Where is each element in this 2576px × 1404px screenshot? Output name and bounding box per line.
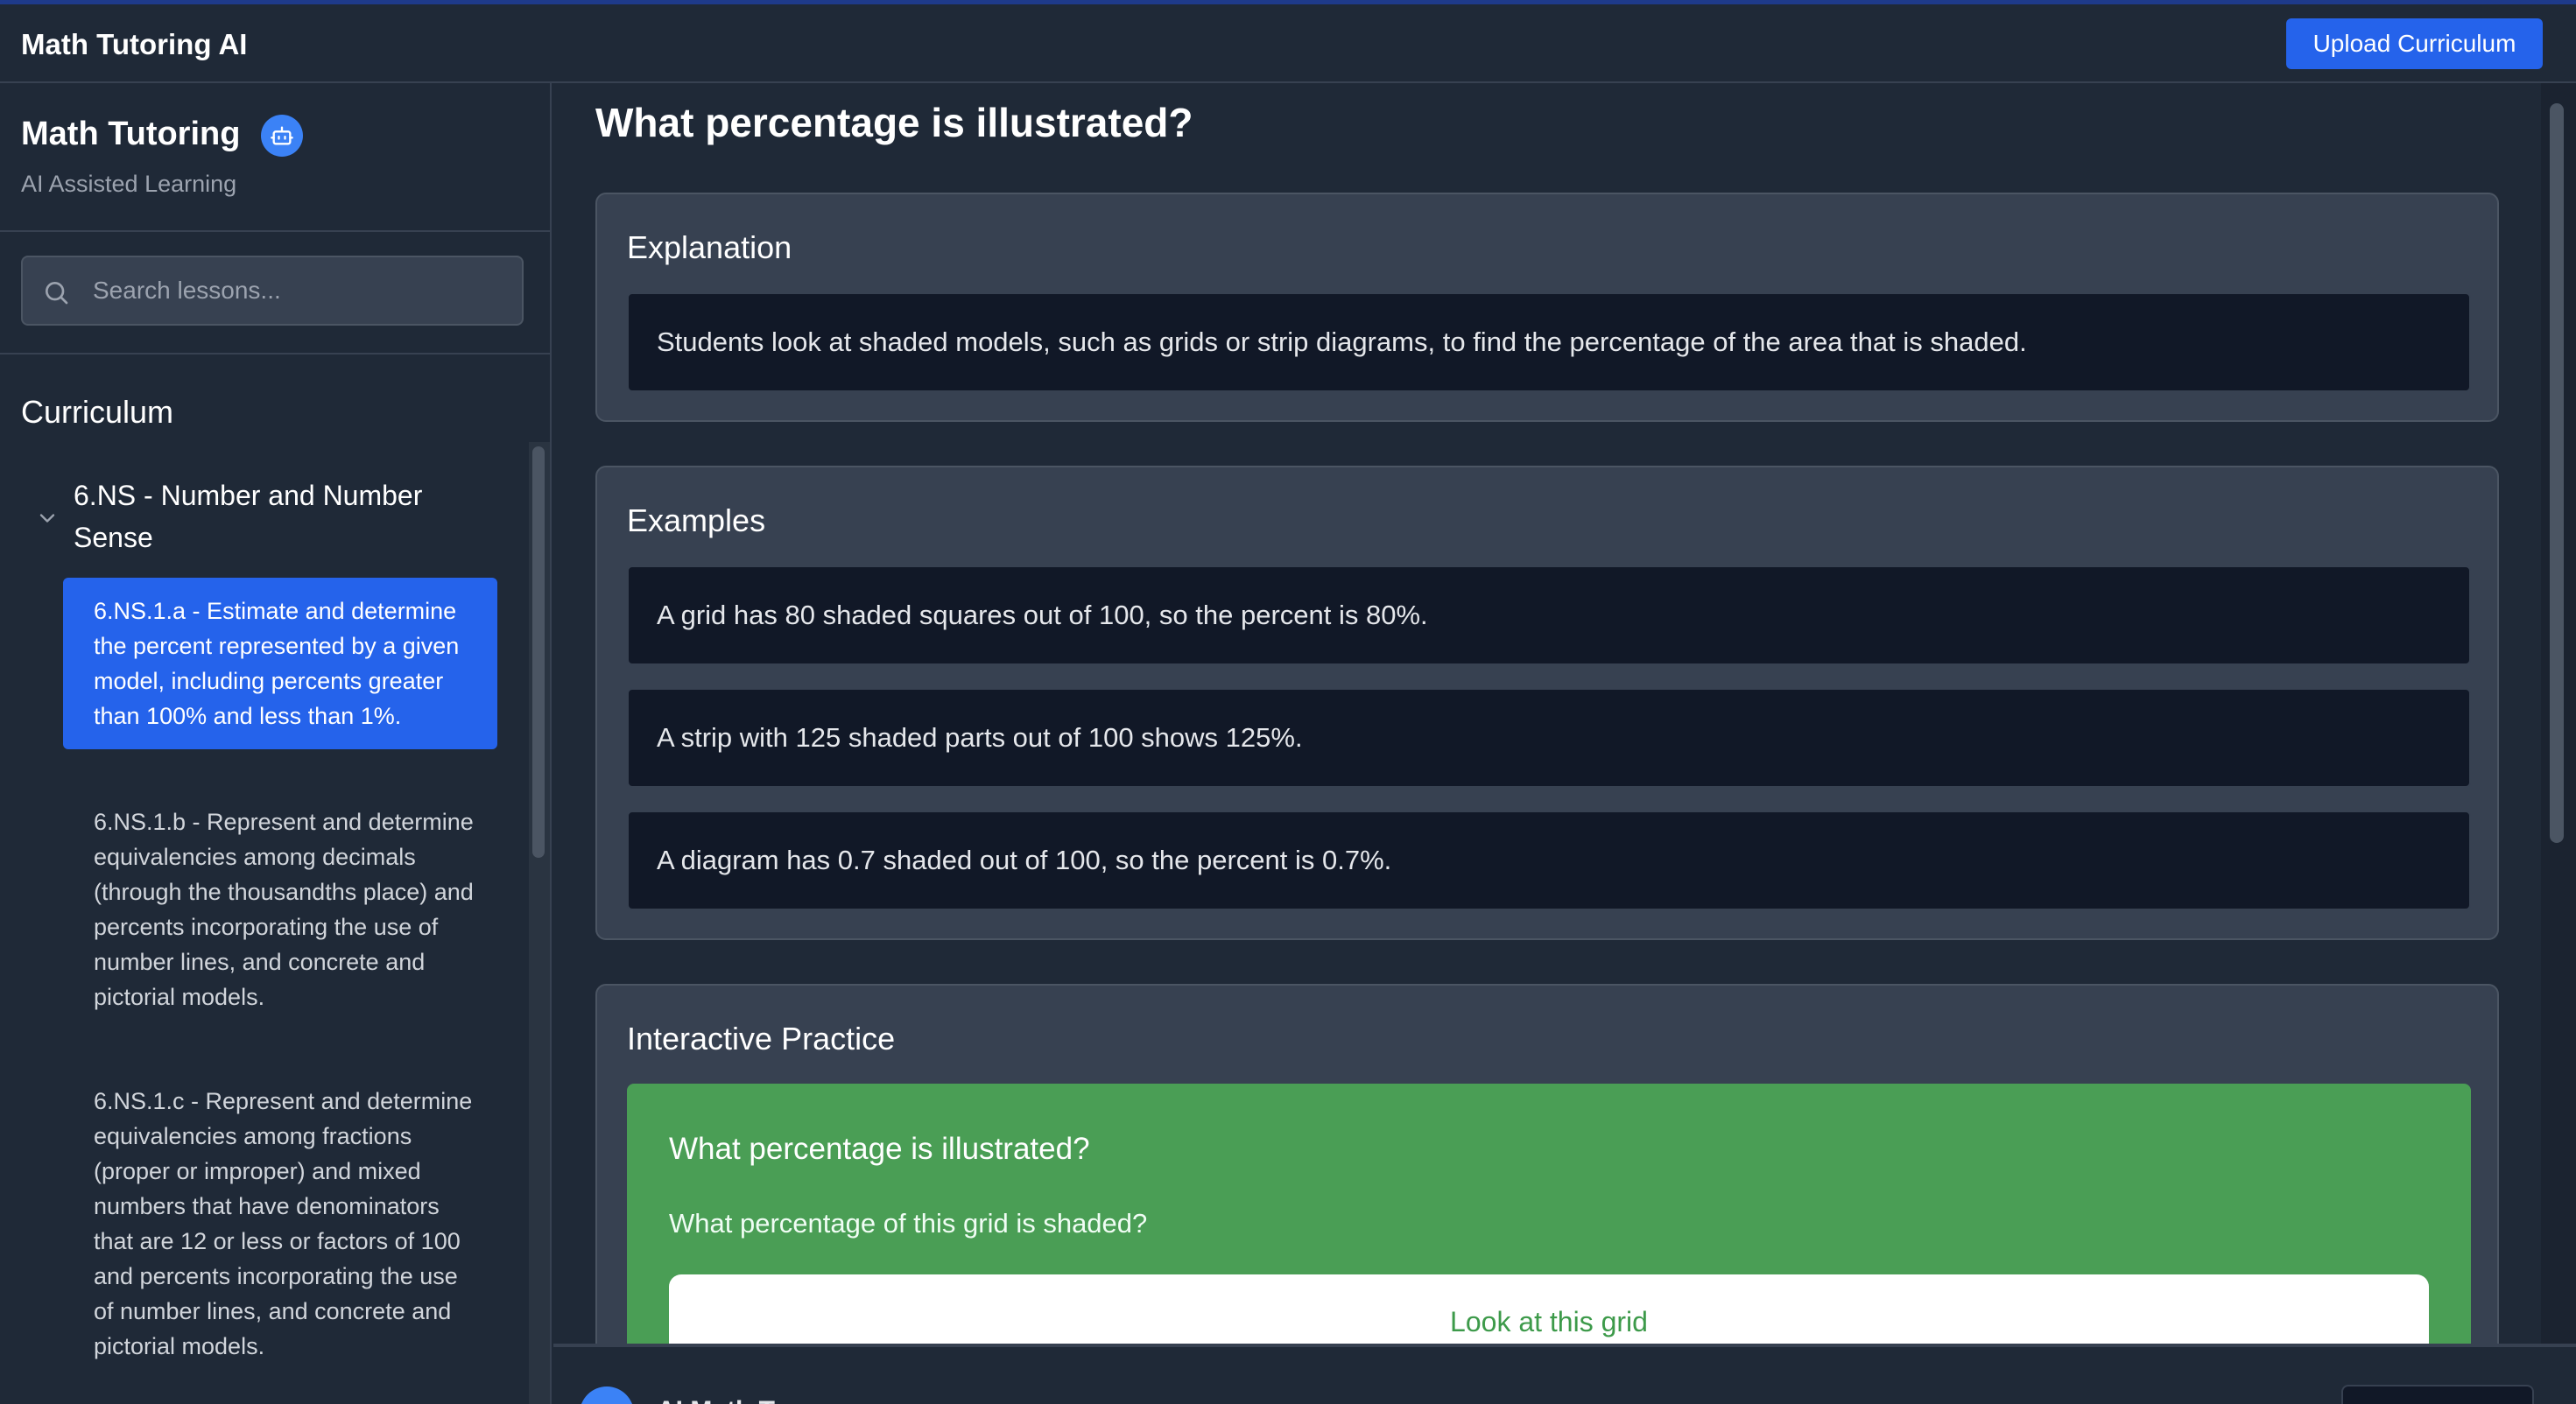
curriculum-heading: Curriculum: [21, 394, 174, 430]
examples-heading: Examples: [627, 502, 766, 538]
search-icon: [46, 282, 68, 305]
chat-toggle-button[interactable]: [2341, 1385, 2534, 1404]
lesson-item-6ns1c[interactable]: 6.NS.1.c - Represent and determine equiv…: [63, 1068, 497, 1379]
main-content: What percentage is illustrated? Explanat…: [553, 83, 2541, 1344]
practice-question: What percentage of this grid is shaded?: [669, 1208, 1148, 1239]
sidebar: Math Tutoring AI Assisted Learning Curri…: [0, 83, 552, 1404]
interactive-practice-card: Interactive Practice What percentage is …: [595, 984, 2499, 1344]
sidebar-scrollbar-thumb[interactable]: [532, 446, 545, 858]
example-item: A strip with 125 shaded parts out of 100…: [627, 688, 2471, 788]
chat-bar: AI Math T...: [553, 1344, 2576, 1404]
chat-assistant-name: AI Math T...: [657, 1396, 794, 1404]
practice-title: What percentage is illustrated?: [669, 1132, 1090, 1166]
app-title: Math Tutoring AI: [21, 28, 248, 60]
upload-curriculum-button[interactable]: Upload Curriculum: [2286, 18, 2543, 69]
explanation-card: Explanation Students look at shaded mode…: [595, 193, 2499, 422]
search-input[interactable]: [93, 257, 513, 324]
lesson-item-6ns1b[interactable]: 6.NS.1.b - Represent and determine equiv…: [63, 789, 497, 1030]
sidebar-subtitle: AI Assisted Learning: [21, 171, 237, 197]
top-bar: Math Tutoring AI Upload Curriculum: [0, 0, 2576, 83]
example-item: A grid has 80 shaded squares out of 100,…: [627, 565, 2471, 665]
lesson-item-6ns1a[interactable]: 6.NS.1.a - Estimate and determine the pe…: [63, 578, 497, 749]
search-section: [0, 232, 550, 355]
chat-avatar: [580, 1386, 634, 1404]
robot-icon: [261, 115, 303, 157]
explanation-heading: Explanation: [627, 229, 792, 265]
page-title: What percentage is illustrated?: [595, 100, 1193, 145]
practice-question-card: What percentage is illustrated? What per…: [627, 1084, 2471, 1344]
chevron-down-icon[interactable]: [35, 506, 60, 530]
example-item: A diagram has 0.7 shaded out of 100, so …: [627, 811, 2471, 910]
grid-title: Look at this grid: [1450, 1306, 1648, 1337]
sidebar-title: Math Tutoring: [21, 116, 241, 152]
curriculum-group-6ns[interactable]: 6.NS - Number and Number Sense: [74, 474, 485, 558]
practice-heading: Interactive Practice: [627, 1021, 896, 1057]
explanation-text: Students look at shaded models, such as …: [627, 292, 2471, 392]
sidebar-header: Math Tutoring AI Assisted Learning: [0, 83, 550, 232]
search-box[interactable]: [21, 256, 524, 326]
examples-card: Examples A grid has 80 shaded squares ou…: [595, 466, 2499, 940]
main-scrollbar-thumb[interactable]: [2550, 103, 2564, 843]
grid-model-panel: Look at this grid: [669, 1274, 2429, 1344]
